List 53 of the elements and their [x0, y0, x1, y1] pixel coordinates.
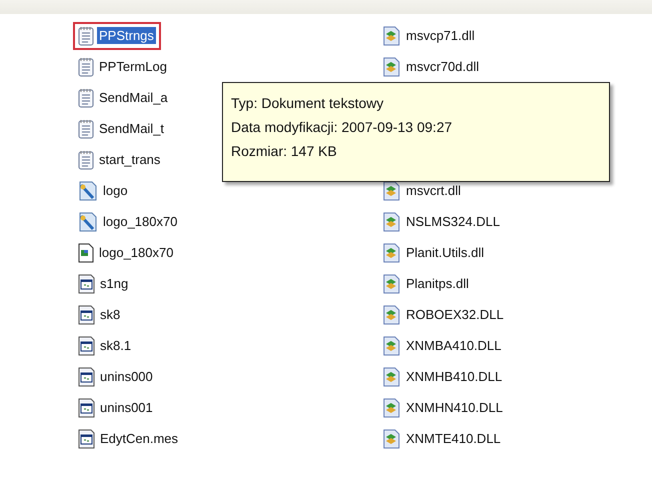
window-file-icon — [78, 274, 95, 294]
dll-file-icon — [382, 242, 401, 262]
file-item[interactable]: NSLMS324.DLL — [377, 208, 507, 236]
window-file-icon — [78, 428, 95, 448]
file-item[interactable]: EdytCen.mes — [73, 424, 186, 452]
window-file-icon — [78, 366, 95, 386]
text-file-icon — [78, 88, 94, 108]
file-item[interactable]: unins001 — [73, 394, 160, 422]
file-item[interactable]: XNMHB410.DLL — [377, 362, 510, 390]
file-item[interactable]: msvcp71.dll — [377, 22, 482, 50]
dll-file-icon — [382, 336, 401, 356]
dll-file-icon — [382, 180, 401, 200]
tooltip-text: Rozmiar: 147 KB — [231, 143, 338, 159]
file-item[interactable]: Planit.Utils.dll — [377, 238, 492, 266]
dll-file-icon — [382, 56, 401, 76]
tooltip-text: Typ: Dokument tekstowy — [231, 95, 385, 111]
file-item[interactable]: logo_180x70 — [73, 238, 180, 266]
dll-file-icon — [382, 428, 401, 448]
paint-file-icon — [78, 180, 98, 200]
dll-file-icon — [382, 304, 401, 324]
text-file-icon — [78, 56, 94, 76]
dll-file-icon — [382, 274, 401, 294]
text-file-icon — [78, 150, 94, 170]
file-item[interactable]: SendMail_t — [73, 114, 172, 142]
file-item[interactable]: XNMHN410.DLL — [377, 394, 510, 422]
file-item[interactable]: SendMail_a — [73, 84, 175, 112]
window-file-icon — [78, 304, 95, 324]
image-file-icon — [78, 242, 94, 262]
window-file-icon — [78, 398, 95, 418]
file-item[interactable]: msvcr70d.dll — [377, 52, 486, 80]
window-file-icon — [78, 336, 95, 356]
tooltip-text: Data modyfikacji: 2007-09-13 09:27 — [231, 119, 454, 135]
dll-file-icon — [382, 212, 401, 232]
file-item[interactable]: Planitps.dll — [377, 270, 476, 298]
text-file-icon — [78, 118, 94, 138]
paint-file-icon — [78, 212, 98, 232]
file-item[interactable]: unins000 — [73, 362, 160, 390]
file-item[interactable]: start_trans — [73, 146, 168, 174]
file-item[interactable]: XNMTE410.DLL — [377, 424, 508, 452]
dll-file-icon — [382, 366, 401, 386]
file-item[interactable]: msvcrt.dll — [377, 176, 468, 204]
file-item[interactable]: sk8 — [73, 300, 128, 328]
text-file-icon — [78, 26, 94, 46]
file-item[interactable]: s1ng — [73, 270, 136, 298]
file-item[interactable]: XNMBA410.DLL — [377, 332, 508, 360]
file-item[interactable]: logo_180x70 — [73, 208, 184, 236]
dll-file-icon — [382, 398, 401, 418]
file-item[interactable]: sk8.1 — [73, 332, 138, 360]
dll-file-icon — [382, 26, 401, 46]
file-item[interactable]: logo — [73, 176, 135, 204]
file-item[interactable]: ROBOEX32.DLL — [377, 300, 511, 328]
file-item[interactable]: PPStrngs — [73, 22, 161, 50]
file-item[interactable]: PPTermLog — [73, 52, 174, 80]
